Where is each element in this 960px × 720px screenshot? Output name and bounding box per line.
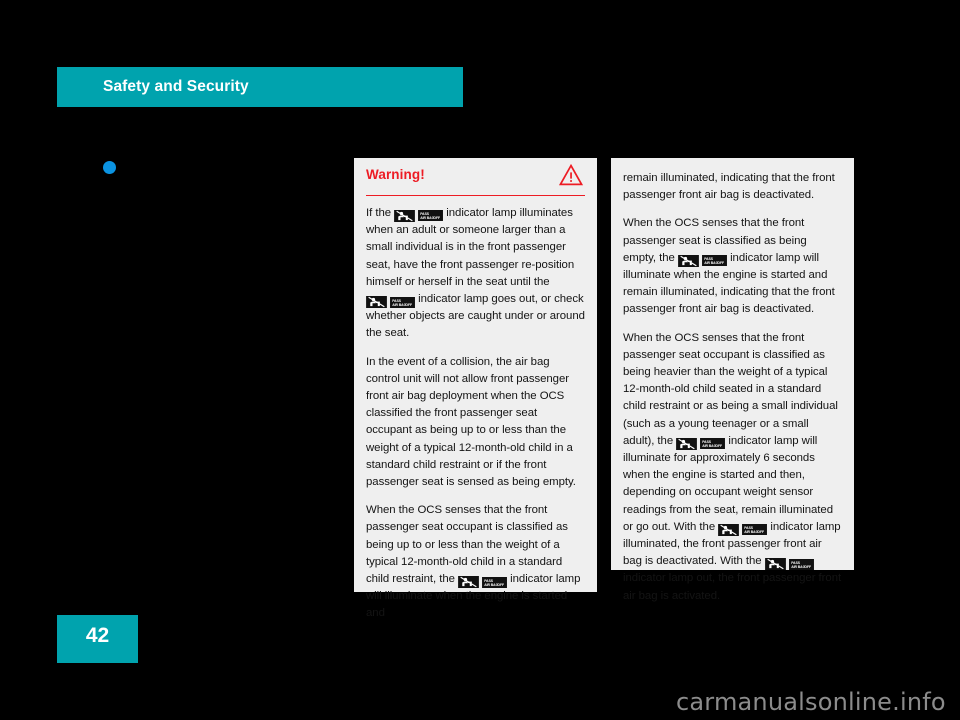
svg-text:AIR BAG: AIR BAG [744, 530, 758, 534]
svg-text:AIR BAG: AIR BAG [392, 302, 406, 306]
svg-text:OFF: OFF [405, 302, 412, 306]
continuation-body-text: remain illuminated, indicating that the … [623, 170, 842, 605]
section-bullet-icon [103, 161, 116, 174]
warning-box: Warning! If the PASS AIR BAG OFF indicator… [354, 158, 597, 619]
svg-text:OFF: OFF [717, 261, 724, 265]
child-in-seat-crossed-out-icon [718, 523, 740, 536]
passenger-air-bag-off-indicator-icon: PASS AIR BAG OFF [678, 254, 727, 267]
svg-text:AIR BAG: AIR BAG [420, 216, 434, 220]
pass-air-bag-off-text-icon: PASSAIR BAG OFF [788, 558, 814, 570]
passenger-air-bag-off-indicator-icon: PASS AIR BAG OFF [676, 437, 726, 450]
warning-box-header: Warning! [366, 158, 585, 196]
svg-text:OFF: OFF [716, 444, 723, 448]
svg-text:OFF: OFF [497, 582, 504, 586]
svg-text:OFF: OFF [434, 216, 441, 220]
child-in-seat-crossed-out-icon [764, 558, 786, 571]
body-paragraph: If the PASS AIR BAG OFF indicator lamp ill… [366, 207, 585, 340]
passenger-air-bag-off-indicator-icon: PASS AIR BAG OFF [718, 523, 768, 536]
child-in-seat-crossed-out-icon [366, 296, 387, 308]
passenger-air-bag-off-indicator-icon: PASS AIR BAG OFF [366, 296, 415, 308]
svg-text:AIR BAG: AIR BAG [702, 444, 716, 448]
svg-text:AIR BAG: AIR BAG [791, 565, 805, 569]
passenger-air-bag-off-indicator-icon: PASS AIR BAG OFF [764, 558, 814, 571]
warning-body-text: If the PASS AIR BAG OFF indicator lamp ill… [354, 196, 597, 623]
page-number: 42 [85, 624, 110, 647]
passenger-air-bag-off-indicator-icon: PASS AIR BAG OFF [458, 576, 507, 589]
body-paragraph: When the OCS senses that the front passe… [623, 331, 842, 602]
warning-triangle-icon [558, 163, 584, 186]
continuation-text-box: remain illuminated, indicating that the … [611, 158, 854, 602]
passenger-air-bag-off-indicator-icon: PASS AIR BAG OFF [394, 209, 444, 222]
child-in-seat-crossed-out-icon [394, 209, 416, 222]
warning-title: Warning! [366, 167, 425, 182]
body-paragraph: In the event of a collision, the air bag… [366, 355, 576, 489]
child-in-seat-crossed-out-icon [458, 576, 479, 589]
pass-air-bag-off-text-icon: PASSAIR BAG OFF [482, 576, 507, 588]
pass-air-bag-off-text-icon: PASSAIR BAG OFF [700, 438, 726, 450]
page-number-tab: 42 [57, 615, 138, 663]
svg-text:OFF: OFF [804, 565, 811, 569]
pass-air-bag-off-text-icon: PASSAIR BAG OFF [742, 524, 768, 536]
svg-text:AIR BAG: AIR BAG [704, 261, 718, 265]
body-paragraph: When the OCS senses that the front passe… [623, 217, 835, 316]
site-watermark: carmanualsonline.info [676, 688, 946, 716]
pass-air-bag-off-text-icon: PASSAIR BAG OFF [390, 296, 415, 308]
chapter-header-band: Safety and Security [57, 67, 463, 107]
child-in-seat-crossed-out-icon [678, 254, 699, 267]
chapter-title: Safety and Security [103, 78, 249, 95]
child-in-seat-crossed-out-icon [676, 437, 698, 450]
svg-text:AIR BAG: AIR BAG [484, 582, 498, 586]
pass-air-bag-off-text-icon: PASSAIR BAG OFF [701, 255, 727, 267]
pass-air-bag-off-text-icon: PASSAIR BAG OFF [418, 210, 444, 222]
svg-text:OFF: OFF [758, 530, 765, 534]
body-paragraph: remain illuminated, indicating that the … [623, 172, 835, 202]
body-paragraph: When the OCS senses that the front passe… [366, 504, 581, 620]
